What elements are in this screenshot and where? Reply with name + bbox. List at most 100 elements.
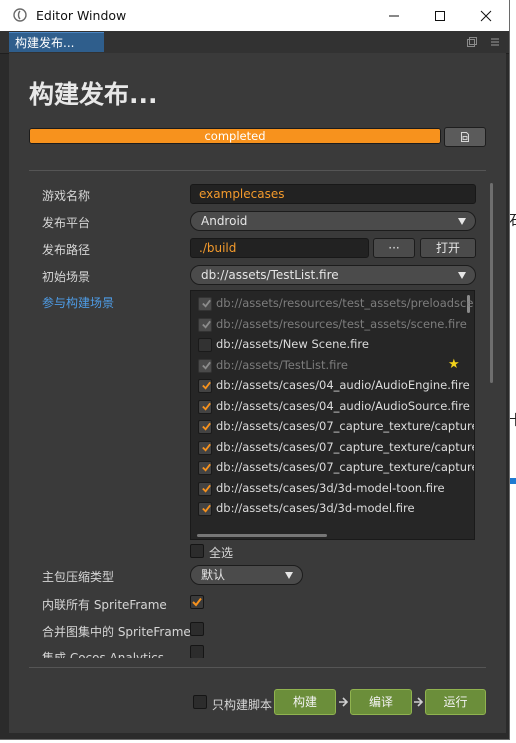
scene-path: db://assets/cases/3d/3d-model.fire (216, 501, 415, 515)
checkmark-icon (202, 504, 211, 513)
scene-path: db://assets/TestList.fire (216, 357, 348, 372)
scene-path: db://assets/cases/04_audio/AudioSource.f… (216, 398, 470, 413)
close-icon (480, 10, 492, 21)
checkmark-icon (202, 484, 211, 493)
menu-icon[interactable] (489, 36, 501, 48)
scene-checkbox[interactable] (198, 502, 212, 516)
scene-path: db://assets/cases/07_capture_texture/cap… (216, 419, 475, 433)
compile-button[interactable]: 编译 (350, 689, 412, 715)
chevron-down-icon (285, 572, 293, 579)
browse-button[interactable]: ··· (373, 238, 415, 258)
maximize-icon (435, 10, 445, 21)
scene-checkbox[interactable] (198, 440, 212, 455)
cocos-analytics-checkbox[interactable] (190, 645, 204, 658)
checkmark-icon (202, 422, 211, 431)
scene-list-item[interactable]: db://assets/resources/test_assets/preloa… (191, 294, 474, 314)
open-log-button[interactable] (444, 127, 486, 147)
game-name-label: 游戏名称 (42, 189, 91, 203)
window-title: Editor Window (36, 8, 127, 23)
scene-checkbox[interactable] (198, 461, 212, 475)
select-all-checkbox[interactable] (190, 544, 204, 558)
app-icon (13, 8, 27, 22)
scene-list-item[interactable]: db://assets/resources/test_assets/scene.… (191, 315, 467, 335)
tab-build-publish[interactable]: 构建发布... (9, 32, 104, 52)
scene-checkbox[interactable] (198, 379, 212, 393)
platform-select[interactable]: Android (190, 211, 476, 231)
included-scenes-label[interactable]: 参与构建场景 (42, 294, 114, 311)
build-progress-bar: completed (29, 128, 441, 144)
scene-list-item[interactable]: db://assets/cases/04_audio/AudioSource.f… (191, 397, 470, 417)
scene-path: db://assets/cases/07_capture_texture/cap… (216, 460, 475, 474)
open-folder-button[interactable]: 打开 (420, 238, 476, 258)
checkmark-icon (202, 443, 211, 452)
scene-checkbox[interactable] (198, 420, 212, 434)
minimize-icon (389, 15, 399, 16)
divider (29, 667, 486, 668)
platform-value: Android (201, 214, 248, 228)
merge-spriteframe-label: 合并图集中的 SpriteFrame (42, 625, 191, 639)
scene-checkbox[interactable] (198, 399, 212, 414)
chevron-down-icon (458, 218, 466, 225)
scene-list-item[interactable]: db://assets/cases/3d/3d-model-toon.fire (191, 479, 461, 499)
checkmark-icon (202, 299, 211, 308)
page-title: 构建发布... (29, 80, 158, 109)
editor-window: Editor Window 构建发布... 构建发布... completed (0, 0, 509, 739)
checkmark-icon (202, 320, 211, 329)
progress-label: completed (204, 129, 266, 143)
chevron-down-icon (458, 272, 466, 279)
scene-checkbox (198, 358, 212, 373)
scene-checkbox (198, 297, 212, 311)
start-scene-value: db://assets/TestList.fire (201, 268, 339, 282)
game-name-input[interactable]: examplecases (190, 184, 476, 204)
document-icon (461, 132, 469, 142)
scene-list-item[interactable]: db://assets/TestList.fire ★ (191, 356, 461, 376)
scene-list-item[interactable]: db://assets/cases/07_capture_texture/cap… (191, 417, 474, 437)
minimize-button[interactable] (371, 0, 417, 31)
build-script-only-checkbox[interactable] (193, 695, 207, 709)
scene-path: db://assets/resources/test_assets/preloa… (216, 296, 475, 310)
compression-select[interactable]: 默认 (190, 565, 303, 585)
arrow-right-icon (339, 697, 349, 707)
merge-spriteframe-checkbox[interactable] (190, 622, 204, 636)
background-accent (509, 478, 516, 484)
scene-checkbox (198, 317, 212, 332)
inline-spriteframe-label: 内联所有 SpriteFrame (42, 598, 167, 612)
checkmark-icon (202, 402, 211, 411)
scene-path: db://assets/New Scene.fire (216, 337, 369, 351)
inline-spriteframe-checkbox[interactable] (190, 595, 204, 609)
panel-scrollbar[interactable] (490, 183, 493, 383)
arrow-right-icon (414, 697, 424, 707)
scene-checkbox[interactable] (198, 481, 212, 496)
run-button[interactable]: 运行 (425, 689, 486, 715)
checkmark-icon (202, 381, 211, 390)
close-button[interactable] (463, 0, 509, 31)
select-all-label: 全选 (209, 546, 234, 560)
scene-list-item[interactable]: db://assets/cases/07_capture_texture/cap… (191, 438, 474, 458)
scene-list-item[interactable]: db://assets/cases/04_audio/AudioEngine.f… (191, 376, 470, 396)
scene-list[interactable]: db://assets/resources/test_assets/preloa… (190, 290, 475, 540)
scene-path: db://assets/cases/07_capture_texture/cap… (216, 439, 475, 454)
background-text: 卡 (509, 410, 516, 430)
build-path-input[interactable]: ./build (190, 238, 369, 258)
start-scene-label: 初始场景 (42, 270, 91, 284)
checkmark-icon (202, 463, 211, 472)
cocos-analytics-label: 集成 Cocos Analytics (42, 651, 165, 658)
compression-label: 主包压缩类型 (42, 570, 115, 584)
compression-value: 默认 (201, 568, 226, 582)
background-text: 石 (509, 210, 516, 230)
title-bar: Editor Window (0, 0, 509, 32)
checkmark-icon (192, 597, 202, 607)
divider (29, 170, 486, 171)
checkmark-icon (202, 361, 211, 370)
scene-list-item[interactable]: db://assets/New Scene.fire (191, 335, 461, 355)
scene-list-item[interactable]: db://assets/cases/07_capture_texture/cap… (191, 458, 474, 478)
build-button[interactable]: 构建 (274, 689, 336, 715)
scene-checkbox[interactable] (198, 338, 212, 352)
scene-list-item[interactable]: db://assets/cases/3d/3d-model.fire (191, 499, 461, 519)
start-scene-select[interactable]: db://assets/TestList.fire (190, 265, 476, 285)
maximize-button[interactable] (417, 0, 463, 31)
analytics-row-clip: 集成 Cocos Analytics (29, 640, 499, 658)
popout-icon[interactable] (466, 36, 478, 48)
scene-list-hscrollbar[interactable] (197, 534, 327, 537)
build-path-label: 发布路径 (42, 243, 91, 257)
